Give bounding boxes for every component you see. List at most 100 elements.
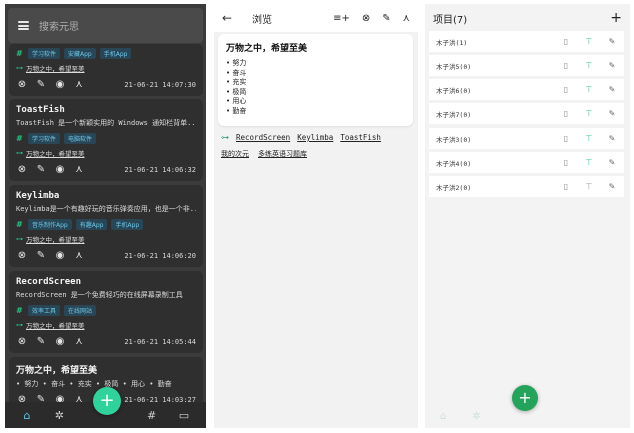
share-icon[interactable]: ⋏: [403, 13, 410, 24]
backlink[interactable]: ToastFish: [340, 133, 381, 142]
project-row[interactable]: 木子洪(1) ▯ ⊤ ✎: [429, 31, 624, 52]
playlist-add-icon[interactable]: ≡+: [333, 13, 350, 24]
edit-icon[interactable]: ✎: [607, 61, 617, 70]
project-row[interactable]: 木子洪7(0) ▯ ⊤ ✎: [429, 103, 624, 124]
note-title: 万物之中，希望至美: [226, 44, 308, 54]
card-link[interactable]: ⊶ 万物之中，希望至美: [16, 63, 196, 73]
card-tags: # 学习软件 电脑软件: [16, 133, 196, 144]
delete-icon[interactable]: ▯: [561, 158, 571, 167]
edit-icon[interactable]: ✎: [35, 336, 47, 347]
tag-chip[interactable]: 音乐制作App: [28, 219, 72, 230]
view-icon[interactable]: ◉: [54, 250, 66, 261]
share-icon[interactable]: ⋏: [73, 250, 85, 261]
search-bar[interactable]: 搜索元思: [8, 8, 203, 43]
view-icon[interactable]: ◉: [54, 336, 66, 347]
tag-chip[interactable]: 效率工具: [28, 305, 61, 316]
backlink[interactable]: RecordScreen: [236, 133, 290, 142]
project-row[interactable]: 木子洪2(0) ▯ ⊤ ✎: [429, 176, 624, 197]
edit-icon[interactable]: ✎: [607, 37, 617, 46]
note-tags-row: 我的次元 多练英语习题库: [221, 149, 307, 159]
link-add-icon[interactable]: ⊗: [16, 250, 28, 261]
delete-icon[interactable]: ▯: [561, 134, 571, 143]
note-card[interactable]: Keylimba Keylimba是一个有趣好玩的音乐弹奏应用，也是一个非...…: [9, 185, 203, 267]
pin-top-icon[interactable]: ⊤: [584, 37, 594, 46]
pin-top-icon[interactable]: ⊤: [584, 158, 594, 167]
backlink[interactable]: Keylimba: [297, 133, 333, 142]
card-link-text[interactable]: 万物之中，希望至美: [26, 63, 85, 73]
card-link-text[interactable]: 万物之中，希望至美: [26, 148, 85, 158]
edit-icon[interactable]: ✎: [35, 164, 47, 175]
pin-top-icon[interactable]: ⊤: [584, 134, 594, 143]
project-row[interactable]: 木子洪6(0) ▯ ⊤ ✎: [429, 79, 624, 100]
list-item: 奋斗: [226, 69, 405, 79]
card-title: Keylimba: [16, 191, 60, 201]
home-icon[interactable]: ⌂: [19, 409, 35, 422]
link-add-icon[interactable]: ⊗: [16, 336, 28, 347]
edit-icon[interactable]: ✎: [607, 158, 617, 167]
delete-icon[interactable]: ▯: [561, 61, 571, 70]
page-title: 浏览: [252, 14, 272, 26]
pin-top-icon[interactable]: ⊤: [584, 182, 594, 191]
delete-icon[interactable]: ▯: [561, 182, 571, 191]
tag-chip[interactable]: 安藏App: [64, 48, 96, 59]
link-add-icon[interactable]: ⊗: [16, 79, 28, 90]
note-tag[interactable]: 多练英语习题库: [258, 149, 307, 159]
share-icon[interactable]: ⋏: [73, 336, 85, 347]
share-icon[interactable]: ⋏: [73, 164, 85, 175]
explore-icon[interactable]: ✲: [51, 409, 67, 422]
project-name: 木子洪3(0): [436, 135, 472, 144]
pin-top-icon[interactable]: ⊤: [584, 61, 594, 70]
explore-icon[interactable]: ✲: [472, 411, 480, 422]
project-row[interactable]: 木子洪5(0) ▯ ⊤ ✎: [429, 55, 624, 76]
view-icon[interactable]: ◉: [54, 164, 66, 175]
edit-icon[interactable]: ✎: [607, 85, 617, 94]
notes-list-panel: 搜索元思 # 学习软件 安藏App 手机App ⊶ 万物之中，希望至美 ⊗ ✎ …: [5, 4, 206, 428]
card-link[interactable]: ⊶ 万物之中，希望至美: [16, 234, 196, 244]
card-link-text[interactable]: 万物之中，希望至美: [26, 320, 85, 330]
card-tags: # 音乐制作App 有趣App 手机App: [16, 219, 196, 230]
tag-chip[interactable]: 有趣App: [75, 219, 108, 230]
home-icon[interactable]: ⌂: [440, 411, 446, 422]
edit-icon[interactable]: ✎: [607, 182, 617, 191]
project-name: 木子洪6(0): [436, 86, 472, 95]
note-card[interactable]: RecordScreen RecordScreen 是一个免费轻巧的在线屏幕录制…: [9, 271, 203, 353]
note-card[interactable]: ToastFish ToastFish 是一个新颖实用的 Windows 通知栏…: [9, 99, 203, 181]
delete-icon[interactable]: ▯: [561, 37, 571, 46]
card-link-text[interactable]: 万物之中，希望至美: [26, 234, 85, 244]
view-icon[interactable]: ◉: [54, 79, 66, 90]
project-row[interactable]: 木子洪3(0) ▯ ⊤ ✎: [429, 128, 624, 149]
pin-top-icon[interactable]: ⊤: [584, 109, 594, 118]
pin-top-icon[interactable]: ⊤: [584, 85, 594, 94]
note-tag[interactable]: 我的次元: [221, 149, 249, 159]
card-link[interactable]: ⊶ 万物之中，希望至美: [16, 148, 196, 158]
add-note-button[interactable]: +: [93, 387, 121, 415]
note-card[interactable]: # 学习软件 安藏App 手机App ⊶ 万物之中，希望至美 ⊗ ✎ ◉ ⋏ 2…: [9, 44, 203, 96]
tag-chip[interactable]: 学习软件: [28, 133, 61, 144]
tag-chip[interactable]: 在线网站: [64, 305, 97, 316]
folder-icon[interactable]: ▭: [176, 409, 192, 422]
delete-icon[interactable]: ▯: [561, 109, 571, 118]
add-project-button[interactable]: +: [610, 10, 622, 26]
tag-hash-icon: #: [16, 134, 23, 143]
tag-icon[interactable]: #: [144, 409, 160, 422]
delete-icon[interactable]: ▯: [561, 85, 571, 94]
card-actions: ⊗ ✎ ◉ ⋏ 21-06-21 14:06:20: [16, 250, 196, 261]
tag-chip[interactable]: 手机App: [99, 48, 132, 59]
link-add-icon[interactable]: ⊗: [362, 13, 370, 24]
share-icon[interactable]: ⋏: [73, 79, 85, 90]
tag-chip[interactable]: 电脑软件: [64, 133, 97, 144]
edit-icon[interactable]: ✎: [607, 134, 617, 143]
tag-chip[interactable]: 手机App: [111, 219, 144, 230]
edit-icon[interactable]: ✎: [382, 13, 390, 24]
link-add-icon[interactable]: ⊗: [16, 164, 28, 175]
tag-hash-icon: #: [16, 306, 23, 315]
tag-chip[interactable]: 学习软件: [28, 48, 61, 59]
project-row[interactable]: 木子洪4(0) ▯ ⊤ ✎: [429, 152, 624, 173]
edit-icon[interactable]: ✎: [35, 79, 47, 90]
edit-icon[interactable]: ✎: [35, 250, 47, 261]
edit-icon[interactable]: ✎: [607, 109, 617, 118]
back-arrow-icon[interactable]: ←: [222, 11, 238, 25]
menu-icon[interactable]: [18, 21, 29, 30]
search-placeholder[interactable]: 搜索元思: [39, 18, 79, 33]
card-link[interactable]: ⊶ 万物之中，希望至美: [16, 320, 196, 330]
